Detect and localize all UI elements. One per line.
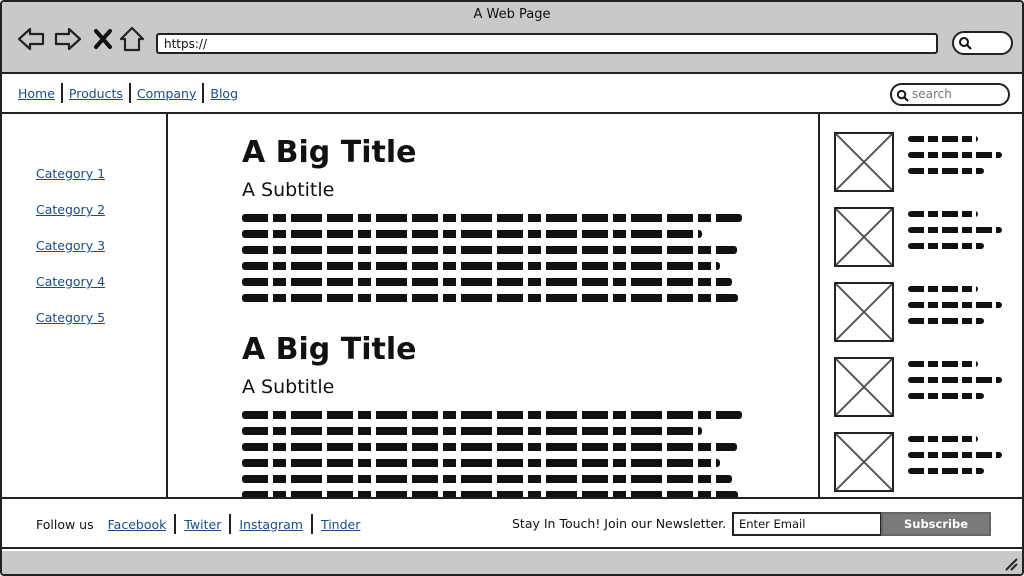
- forward-arrow-icon[interactable]: [53, 24, 83, 54]
- search-icon: [959, 37, 972, 50]
- social-link-tinder[interactable]: Tinder: [313, 517, 368, 532]
- list-item[interactable]: [834, 432, 1014, 494]
- article: A Big Title A Subtitle: [242, 134, 747, 310]
- list-item[interactable]: [834, 207, 1014, 269]
- social-link-facebook[interactable]: Facebook: [100, 517, 175, 532]
- sidebar-item-category-4[interactable]: Category 4: [36, 274, 105, 289]
- sidebar-item-category-2[interactable]: Category 2: [36, 202, 105, 217]
- window-title: A Web Page: [473, 7, 551, 22]
- site-search-input[interactable]: search: [890, 83, 1010, 106]
- browser-search-button[interactable]: [952, 31, 1013, 55]
- social-links: Follow us Facebook Twiter Instagram Tind…: [36, 514, 368, 534]
- article-title: A Big Title: [242, 332, 417, 367]
- nav-link-home[interactable]: Home: [12, 86, 61, 101]
- site-navigation: Home Products Company Blog search: [2, 74, 1022, 114]
- back-arrow-icon[interactable]: [16, 24, 46, 54]
- main-content[interactable]: A Big Title A Subtitle A Big Title A Sub…: [168, 114, 818, 497]
- social-link-twiter[interactable]: Twiter: [176, 517, 229, 532]
- image-placeholder-icon: [834, 282, 894, 342]
- social-link-instagram[interactable]: Instagram: [231, 517, 311, 532]
- nav-link-products[interactable]: Products: [63, 86, 129, 101]
- item-text-placeholder: [908, 136, 1004, 184]
- article-title: A Big Title: [242, 135, 417, 170]
- article-subtitle: A Subtitle: [242, 376, 335, 398]
- browser-window: A Web Page https:// Home Products Compan…: [0, 0, 1024, 576]
- home-icon[interactable]: [117, 24, 147, 54]
- nav-link-blog[interactable]: Blog: [204, 86, 244, 101]
- status-bar: [2, 551, 1022, 574]
- sidebar-item-category-5[interactable]: Category 5: [36, 310, 105, 325]
- image-placeholder-icon: [834, 432, 894, 492]
- item-text-placeholder: [908, 286, 1004, 334]
- list-item[interactable]: [834, 357, 1014, 419]
- list-item[interactable]: [834, 132, 1014, 194]
- article: A Big Title A Subtitle: [242, 331, 747, 497]
- item-text-placeholder: [908, 361, 1004, 409]
- site-footer: Follow us Facebook Twiter Instagram Tind…: [2, 497, 1022, 549]
- search-placeholder: search: [912, 87, 952, 101]
- close-icon[interactable]: [88, 24, 118, 54]
- image-placeholder-icon: [834, 207, 894, 267]
- email-field[interactable]: Enter Email: [732, 512, 882, 536]
- image-placeholder-icon: [834, 357, 894, 417]
- article-subtitle: A Subtitle: [242, 179, 335, 201]
- follow-label: Follow us: [36, 516, 94, 532]
- search-icon: [896, 89, 909, 102]
- article-body-placeholder: [242, 214, 747, 302]
- subscribe-button[interactable]: Subscribe: [881, 512, 991, 536]
- newsletter-label: Stay In Touch! Join our Newsletter.: [512, 516, 727, 531]
- category-sidebar: Category 1 Category 2 Category 3 Categor…: [2, 114, 168, 497]
- resize-handle-icon[interactable]: [1002, 555, 1018, 571]
- nav-link-company[interactable]: Company: [131, 86, 202, 101]
- sidebar-item-category-1[interactable]: Category 1: [36, 166, 105, 181]
- sidebar-item-category-3[interactable]: Category 3: [36, 238, 105, 253]
- browser-toolbar: A Web Page https://: [2, 2, 1022, 74]
- item-text-placeholder: [908, 211, 1004, 259]
- image-placeholder-icon: [834, 132, 894, 192]
- article-body-placeholder: [242, 411, 747, 497]
- related-items: [818, 114, 1022, 497]
- url-input[interactable]: https://: [156, 33, 938, 54]
- list-item[interactable]: [834, 282, 1014, 344]
- item-text-placeholder: [908, 436, 1004, 484]
